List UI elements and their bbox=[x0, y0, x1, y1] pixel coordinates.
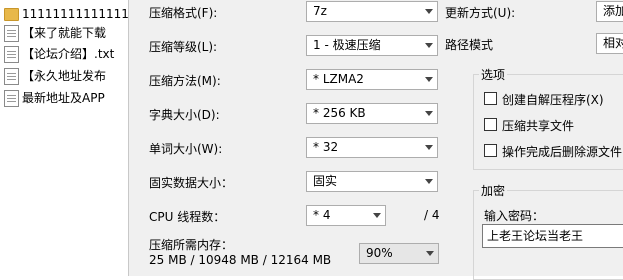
file-item[interactable]: 【论坛介绍】.txt bbox=[0, 45, 140, 65]
solid-block-size-select[interactable]: 固实 bbox=[306, 171, 438, 192]
file-name: 最新地址及APP bbox=[22, 91, 105, 105]
chevron-down-icon bbox=[421, 70, 437, 89]
compression-level-label: 压缩等级(L): bbox=[149, 40, 218, 54]
compression-level-value: 1 - 极速压缩 bbox=[313, 38, 381, 52]
path-mode-value: 相对 bbox=[603, 36, 623, 50]
folder-icon bbox=[4, 8, 19, 21]
chevron-down-icon bbox=[421, 104, 437, 123]
password-value: 上老王论坛当老王 bbox=[487, 229, 584, 243]
word-size-label: 单词大小(W): bbox=[149, 142, 223, 156]
cpu-threads-value: * 4 bbox=[313, 208, 331, 222]
chevron-down-icon bbox=[421, 172, 437, 191]
file-item[interactable]: 【来了就能下载 bbox=[0, 24, 140, 44]
file-name: 【来了就能下载 bbox=[22, 26, 107, 40]
file-item[interactable]: 最新地址及APP bbox=[0, 89, 140, 109]
solid-block-size-label: 固实数据大小： bbox=[149, 176, 234, 190]
memory-percent-select[interactable]: 90% bbox=[359, 243, 439, 264]
path-mode-select[interactable]: 相对 bbox=[596, 33, 623, 54]
archive-format-label: 压缩格式(F): bbox=[149, 6, 218, 20]
compression-method-value: * LZMA2 bbox=[313, 72, 364, 86]
file-item[interactable]: 11111111111111 bbox=[0, 4, 140, 24]
compress-shared-files-label: 压缩共享文件 bbox=[502, 119, 575, 133]
word-size-select[interactable]: * 32 bbox=[306, 137, 438, 158]
create-sfx-checkbox[interactable] bbox=[484, 92, 497, 105]
dictionary-size-label: 字典大小(D): bbox=[149, 108, 220, 122]
file-item[interactable]: 【永久地址发布 bbox=[0, 67, 140, 87]
chevron-down-icon bbox=[421, 138, 437, 157]
update-mode-label: 更新方式(U): bbox=[445, 6, 516, 20]
solid-block-size-value: 固实 bbox=[313, 174, 338, 188]
cpu-threads-label: CPU 线程数： bbox=[149, 210, 226, 224]
memory-percent-value: 90% bbox=[366, 246, 393, 260]
chevron-down-icon bbox=[421, 36, 437, 55]
options-group-title: 选项 bbox=[479, 66, 508, 83]
cpu-threads-select[interactable]: * 4 bbox=[306, 205, 386, 226]
add-to-archive-dialog: 压缩格式(F): 7z 压缩等级(L): 1 - 极速压缩 压缩方法(M): *… bbox=[128, 0, 623, 280]
file-name: 【论坛介绍】.txt bbox=[22, 47, 115, 61]
delete-after-compression-label: 操作完成后删除源文件 bbox=[502, 145, 623, 159]
create-sfx-label: 创建自解压程序(X) bbox=[502, 93, 604, 107]
compress-shared-files-checkbox[interactable] bbox=[484, 118, 497, 131]
text-file-icon bbox=[4, 46, 19, 63]
chevron-down-icon bbox=[422, 244, 438, 263]
path-mode-label: 路径模式 bbox=[445, 38, 494, 52]
text-file-icon bbox=[4, 68, 19, 85]
archive-format-value: 7z bbox=[313, 4, 327, 18]
archive-format-select[interactable]: 7z bbox=[306, 1, 438, 22]
password-input[interactable]: 上老王论坛当老王 bbox=[482, 224, 623, 248]
password-label: 输入密码： bbox=[484, 209, 545, 223]
compression-level-select[interactable]: 1 - 极速压缩 bbox=[306, 35, 438, 56]
word-size-value: * 32 bbox=[313, 140, 339, 154]
chevron-down-icon bbox=[421, 2, 437, 21]
text-file-icon bbox=[4, 90, 19, 107]
dictionary-size-value: * 256 KB bbox=[313, 106, 366, 120]
file-name: 【永久地址发布 bbox=[22, 69, 107, 83]
memory-usage-label: 压缩所需内存： bbox=[149, 238, 234, 252]
cpu-threads-total: / 4 bbox=[424, 208, 440, 222]
file-name: 11111111111111 bbox=[22, 7, 129, 21]
delete-after-compression-checkbox[interactable] bbox=[484, 144, 497, 157]
update-mode-value: 添加 bbox=[603, 4, 623, 18]
file-list: 11111111111111 【来了就能下载 【论坛介绍】.txt 【永久地址发… bbox=[0, 0, 140, 276]
dictionary-size-select[interactable]: * 256 KB bbox=[306, 103, 438, 124]
memory-usage-value: 25 MB / 10948 MB / 12164 MB bbox=[149, 253, 332, 267]
compression-method-select[interactable]: * LZMA2 bbox=[306, 69, 438, 90]
update-mode-select[interactable]: 添加 bbox=[596, 1, 623, 22]
chevron-down-icon bbox=[369, 206, 385, 225]
text-file-icon bbox=[4, 25, 19, 42]
encryption-group-title: 加密 bbox=[479, 182, 508, 199]
compression-method-label: 压缩方法(M): bbox=[149, 74, 221, 88]
